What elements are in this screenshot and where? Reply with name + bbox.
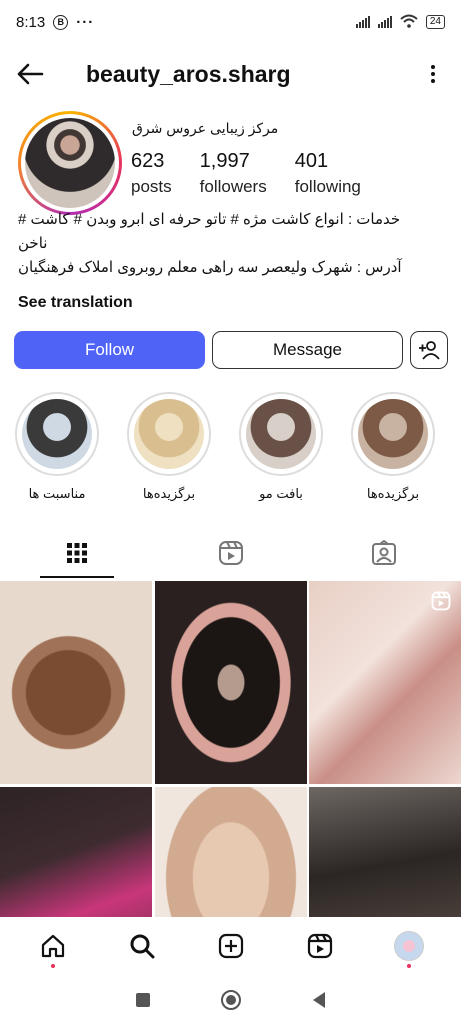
highlight-label: برگزیده‌ها — [366, 486, 420, 501]
stat-value: 623 — [131, 150, 165, 172]
more-options-button[interactable] — [421, 65, 445, 83]
back-button[interactable] — [16, 56, 52, 92]
reels-icon — [431, 591, 451, 611]
profile-actions: Follow Message — [14, 331, 448, 369]
nav-search[interactable] — [122, 926, 162, 966]
status-time: 8:13 — [16, 13, 46, 31]
stat-value: 1,997 — [199, 150, 250, 172]
stat-posts[interactable]: 623 posts — [131, 150, 172, 197]
highlight-label: برگزیده‌ها — [142, 486, 196, 501]
notification-badge-icon: B — [53, 14, 69, 30]
stat-value: 401 — [294, 150, 329, 172]
grid-icon — [66, 543, 87, 563]
post-thumbnail[interactable] — [0, 581, 152, 784]
plus-square-icon — [218, 933, 243, 959]
reels-icon — [218, 541, 243, 565]
notification-dot — [406, 964, 411, 968]
battery-icon: 24 — [425, 15, 445, 29]
home-icon — [41, 934, 64, 958]
profile-username: beauty_aros.sharg — [86, 60, 291, 87]
more-notifications-icon: ··· — [76, 13, 95, 31]
highlight-image — [22, 399, 92, 469]
stat-label: following — [294, 177, 361, 196]
nav-home[interactable] — [33, 926, 73, 968]
follow-button[interactable]: Follow — [14, 331, 205, 369]
system-navigation — [0, 975, 461, 1024]
post-thumbnail[interactable] — [309, 581, 461, 784]
reels-icon — [307, 933, 332, 959]
tab-posts-grid[interactable] — [0, 528, 154, 578]
stat-label: followers — [199, 177, 267, 196]
bio-line: ناخن — [18, 235, 48, 252]
add-user-icon — [419, 341, 440, 360]
highlight-item[interactable]: بافت مو — [238, 392, 324, 502]
tagged-icon — [372, 540, 397, 565]
highlight-image — [246, 399, 316, 469]
nav-reels[interactable] — [300, 926, 340, 966]
nav-profile[interactable] — [389, 926, 429, 968]
home-circle-icon[interactable] — [221, 989, 242, 1010]
back-triangle-icon[interactable] — [313, 991, 326, 1008]
recent-apps-icon[interactable] — [135, 992, 150, 1007]
search-icon — [130, 934, 154, 959]
story-highlights: مناسبت ها برگزیده‌ها بافت مو برگزیده‌ها — [14, 392, 461, 502]
arrow-left-icon — [17, 63, 44, 85]
highlight-label: مناسبت ها — [28, 486, 86, 501]
avatar-image — [25, 118, 115, 208]
notification-dot — [50, 964, 55, 968]
message-button[interactable]: Message — [212, 331, 403, 369]
highlight-item[interactable]: برگزیده‌ها — [350, 392, 436, 502]
profile-header: beauty_aros.sharg — [0, 50, 461, 98]
highlight-label: بافت مو — [259, 486, 303, 501]
bio-line: آدرس : شهرک ولیعصر سه راهی معلم روبروی ا… — [18, 259, 402, 276]
signal-icon-2 — [377, 16, 392, 28]
bio-line: خدمات : انواع کاشت مژه # تاتو حرفه ای اب… — [18, 211, 401, 228]
stat-followers[interactable]: 1,997 followers — [200, 150, 267, 197]
suggested-users-button[interactable] — [410, 331, 448, 369]
profile-tabs — [0, 528, 461, 578]
see-translation-link[interactable]: See translation — [18, 294, 133, 312]
signal-icon — [355, 16, 370, 28]
profile-bio: خدمات : انواع کاشت مژه # تاتو حرفه ای اب… — [18, 208, 446, 280]
stat-following[interactable]: 401 following — [295, 150, 361, 197]
nav-create[interactable] — [211, 926, 251, 966]
profile-avatar[interactable] — [18, 111, 122, 215]
status-bar: 8:13 B ··· 24 — [0, 0, 461, 44]
post-thumbnail[interactable] — [154, 581, 307, 784]
bottom-navigation — [0, 917, 461, 975]
tab-reels[interactable] — [154, 528, 308, 578]
highlight-item[interactable]: مناسبت ها — [14, 392, 100, 502]
highlight-item[interactable]: برگزیده‌ها — [126, 392, 212, 502]
profile-full-name: مرکز زیبایی عروس شرق — [132, 120, 279, 136]
highlight-image — [358, 399, 428, 469]
stat-label: posts — [131, 177, 172, 196]
avatar — [393, 931, 424, 961]
highlight-image — [134, 399, 204, 469]
tab-tagged[interactable] — [307, 528, 461, 578]
profile-stats: 623 posts 1,997 followers 401 following — [131, 150, 389, 197]
wifi-icon — [400, 14, 418, 31]
